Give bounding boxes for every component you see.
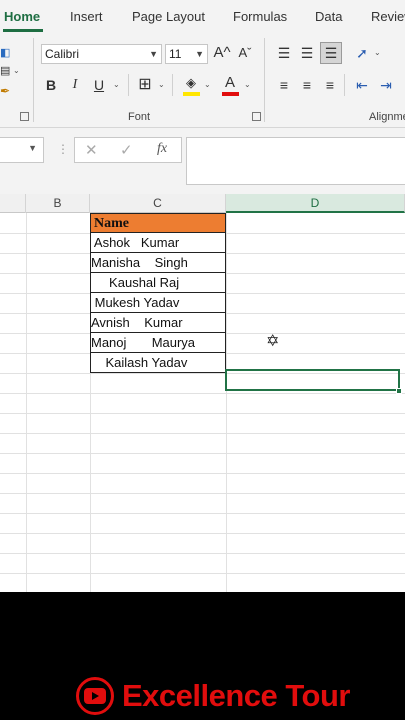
- brand-watermark: Excellence Tour: [76, 677, 350, 715]
- bottom-align-icon[interactable]: ☰: [320, 42, 342, 64]
- fill-handle[interactable]: [396, 388, 402, 394]
- insert-function-icon[interactable]: fx: [157, 141, 167, 157]
- copy-icon[interactable]: ◧: [0, 44, 10, 62]
- font-dialog-launcher-icon[interactable]: [252, 112, 261, 121]
- gridline: [0, 393, 405, 394]
- font-color-swatch: [222, 92, 239, 96]
- top-align-icon[interactable]: ☰: [274, 44, 294, 62]
- align-right-icon[interactable]: ≡: [320, 76, 340, 94]
- chevron-down-icon[interactable]: ⌄: [204, 80, 211, 89]
- youtube-logo-icon: [76, 677, 114, 715]
- ribbon: Home Insert Page Layout Formulas Data Re…: [0, 0, 405, 128]
- selected-cell[interactable]: [225, 369, 400, 391]
- tab-insert[interactable]: Insert: [70, 9, 103, 24]
- middle-align-icon[interactable]: ☰: [297, 44, 317, 62]
- cursor-crosshair-icon: ✡: [266, 333, 280, 350]
- fill-color-swatch: [183, 92, 200, 96]
- worksheet-grid[interactable]: B C D Name Ashok Kumar Manisha Singh Kau…: [0, 194, 405, 592]
- font-size-value: 11: [169, 47, 182, 61]
- column-header-c[interactable]: C: [90, 194, 226, 213]
- gridline: [0, 433, 405, 434]
- divider: [172, 74, 173, 96]
- underline-icon[interactable]: U: [92, 76, 106, 94]
- gridline: [0, 513, 405, 514]
- gridline: [0, 493, 405, 494]
- group-divider: [264, 38, 265, 122]
- gridline: [26, 213, 27, 592]
- column-header-a[interactable]: [0, 194, 26, 213]
- borders-icon[interactable]: ⊞: [136, 76, 154, 94]
- column-header-d[interactable]: D: [226, 194, 405, 213]
- column-header-row: B C D: [0, 194, 405, 213]
- tab-formulas[interactable]: Formulas: [233, 9, 287, 24]
- italic-icon[interactable]: I: [68, 76, 82, 94]
- increase-font-size-icon[interactable]: A^: [212, 44, 232, 62]
- name-cell[interactable]: Manisha Singh: [90, 253, 226, 273]
- formula-input[interactable]: [186, 137, 405, 185]
- font-size-box[interactable]: 11 ▼: [165, 44, 208, 64]
- name-cell[interactable]: Ashok Kumar: [90, 233, 226, 253]
- tab-data[interactable]: Data: [315, 9, 342, 24]
- font-name-box[interactable]: Calibri ▼: [41, 44, 162, 64]
- paste-format-icon[interactable]: ▤: [0, 62, 10, 80]
- font-color-icon[interactable]: A: [222, 74, 238, 92]
- enter-icon[interactable]: ✓: [120, 141, 133, 159]
- chevron-down-icon[interactable]: ⌄: [244, 80, 251, 89]
- gridline: [0, 573, 405, 574]
- gridline: [226, 213, 227, 592]
- chevron-down-icon[interactable]: ⌄: [158, 80, 165, 89]
- chevron-down-icon[interactable]: ▼: [195, 45, 204, 63]
- gridline: [0, 413, 405, 414]
- decrease-indent-icon[interactable]: ⇤: [352, 76, 372, 94]
- gridline: [0, 533, 405, 534]
- align-left-icon[interactable]: ≡: [274, 76, 294, 94]
- decrease-font-size-icon[interactable]: Aˇ: [236, 44, 254, 62]
- font-name-value: Calibri: [45, 47, 80, 61]
- tab-home[interactable]: Home: [4, 9, 40, 24]
- name-cell[interactable]: Kailash Yadav: [90, 353, 226, 373]
- name-box[interactable]: ▼: [0, 137, 44, 163]
- chevron-down-icon[interactable]: ⌄: [374, 48, 381, 57]
- cancel-icon[interactable]: ✕: [85, 141, 98, 159]
- gridline: [0, 473, 405, 474]
- chevron-down-icon[interactable]: ⌄: [113, 80, 120, 89]
- gridline: [0, 553, 405, 554]
- increase-indent-icon[interactable]: ⇥: [376, 76, 396, 94]
- chevron-down-icon[interactable]: ▼: [149, 45, 158, 63]
- formula-buttons: ✕ ✓ fx: [74, 137, 182, 163]
- name-cell[interactable]: Kaushal Raj: [90, 273, 226, 293]
- name-cell[interactable]: Manoj Maurya: [90, 333, 226, 353]
- column-header-b[interactable]: B: [26, 194, 90, 213]
- name-cell[interactable]: Avnish Kumar: [90, 313, 226, 333]
- orientation-icon[interactable]: ➚: [352, 44, 372, 62]
- align-center-icon[interactable]: ≡: [297, 76, 317, 94]
- name-header-cell[interactable]: Name: [90, 213, 226, 233]
- formula-bar: ▼ ⋮ ✕ ✓ fx: [0, 128, 405, 194]
- format-painter-icon[interactable]: ✒: [0, 82, 10, 100]
- chevron-down-icon[interactable]: ▼: [28, 143, 37, 153]
- group-divider: [33, 38, 34, 122]
- fill-color-icon[interactable]: ◈: [182, 74, 200, 92]
- more-options-icon[interactable]: ⋮: [57, 142, 69, 156]
- brand-name: Excellence Tour: [122, 678, 350, 713]
- font-group-label: Font: [128, 111, 151, 123]
- chevron-down-icon[interactable]: ⌄: [13, 66, 20, 75]
- divider: [128, 74, 129, 96]
- gridline: [0, 453, 405, 454]
- divider: [344, 74, 345, 96]
- tab-page-layout[interactable]: Page Layout: [132, 9, 205, 24]
- alignment-group-label: Alignment: [369, 111, 405, 123]
- tab-review[interactable]: Review: [371, 9, 405, 24]
- name-cell[interactable]: Mukesh Yadav: [90, 293, 226, 313]
- active-tab-indicator: [3, 29, 43, 32]
- clipboard-dialog-launcher-icon[interactable]: [20, 112, 29, 121]
- bold-icon[interactable]: B: [44, 76, 58, 94]
